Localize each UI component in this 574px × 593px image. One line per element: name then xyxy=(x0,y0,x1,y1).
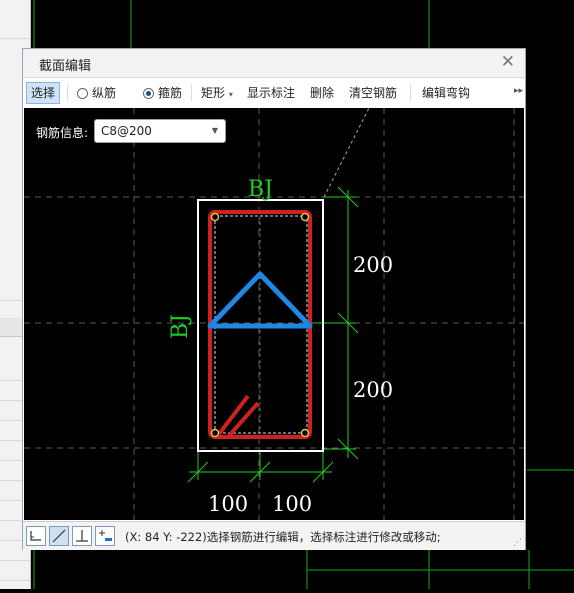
dropdown-arrow-icon: ▼ xyxy=(211,126,218,135)
snap-corner-icon[interactable] xyxy=(26,526,46,546)
label-left: BJ xyxy=(168,314,193,339)
shape-label: 矩形 xyxy=(201,86,226,100)
rebar-info-label: 钢筋信息: xyxy=(36,126,89,140)
toolbar: 选择 纵筋 箍筋 矩形 ▾ 显示标注 删除 清空钢筋 编辑弯钩 ▸▸ xyxy=(23,78,525,108)
clear-rebar-button[interactable]: 清空钢筋 xyxy=(349,83,397,103)
leader-line xyxy=(323,108,370,198)
status-bar: (X: 84 Y: -222)选择钢筋进行编辑，选择标注进行修改或移动; ⋰ xyxy=(23,521,525,550)
snap-perpendicular-icon[interactable] xyxy=(72,526,92,546)
status-text: (X: 84 Y: -222)选择钢筋进行编辑，选择标注进行修改或移动; xyxy=(125,530,441,544)
section-canvas[interactable]: BJ BJ 200 200 100 100 钢筋信息: C8@200 ▼ xyxy=(24,108,524,520)
toolbar-separator xyxy=(191,85,192,101)
resize-grip-icon[interactable]: ⋰ xyxy=(513,538,522,548)
longitudinal-label: 纵筋 xyxy=(92,86,117,100)
radio-icon xyxy=(77,88,88,99)
select-button[interactable]: 选择 xyxy=(26,82,61,104)
close-icon[interactable]: ✕ xyxy=(501,52,515,72)
stirrup-radio[interactable]: 箍筋 xyxy=(143,83,182,103)
snap-line-icon[interactable] xyxy=(49,526,69,546)
section-drawing[interactable]: BJ BJ 200 200 100 100 xyxy=(24,108,524,520)
edit-hook-button[interactable]: 编辑弯钩 xyxy=(422,83,470,103)
label-top: BJ xyxy=(248,177,273,202)
dim-right-bottom[interactable]: 200 xyxy=(353,378,393,402)
radio-checked-icon xyxy=(143,88,154,99)
toolbar-separator xyxy=(410,85,411,101)
snap-add-icon[interactable] xyxy=(95,526,115,546)
rebar-info-value: C8@200 xyxy=(101,124,152,138)
dim-bottom-right[interactable]: 100 xyxy=(272,492,312,516)
rebar-info-select[interactable]: C8@200 ▼ xyxy=(94,119,226,143)
dropdown-arrow-icon: ▾ xyxy=(228,90,233,99)
delete-button[interactable]: 删除 xyxy=(310,83,334,103)
toolbar-separator xyxy=(67,85,68,101)
dialog-titlebar[interactable]: 截面编辑 ✕ xyxy=(23,49,525,78)
shape-dropdown[interactable]: 矩形 ▾ xyxy=(201,83,233,103)
dialog-title: 截面编辑 xyxy=(39,59,92,74)
stirrup-label: 箍筋 xyxy=(158,86,183,100)
more-icon[interactable]: ▸▸ xyxy=(514,86,523,96)
dim-bottom-left[interactable]: 100 xyxy=(208,492,248,516)
dim-right-top[interactable]: 200 xyxy=(353,253,393,277)
show-dims-button[interactable]: 显示标注 xyxy=(247,83,295,103)
longitudinal-radio[interactable]: 纵筋 xyxy=(77,83,116,103)
canvas-grid xyxy=(24,108,524,520)
section-edit-dialog: 截面编辑 ✕ 选择 纵筋 箍筋 矩形 ▾ 显示标注 删除 清空钢筋 编辑弯钩 ▸… xyxy=(22,48,526,550)
